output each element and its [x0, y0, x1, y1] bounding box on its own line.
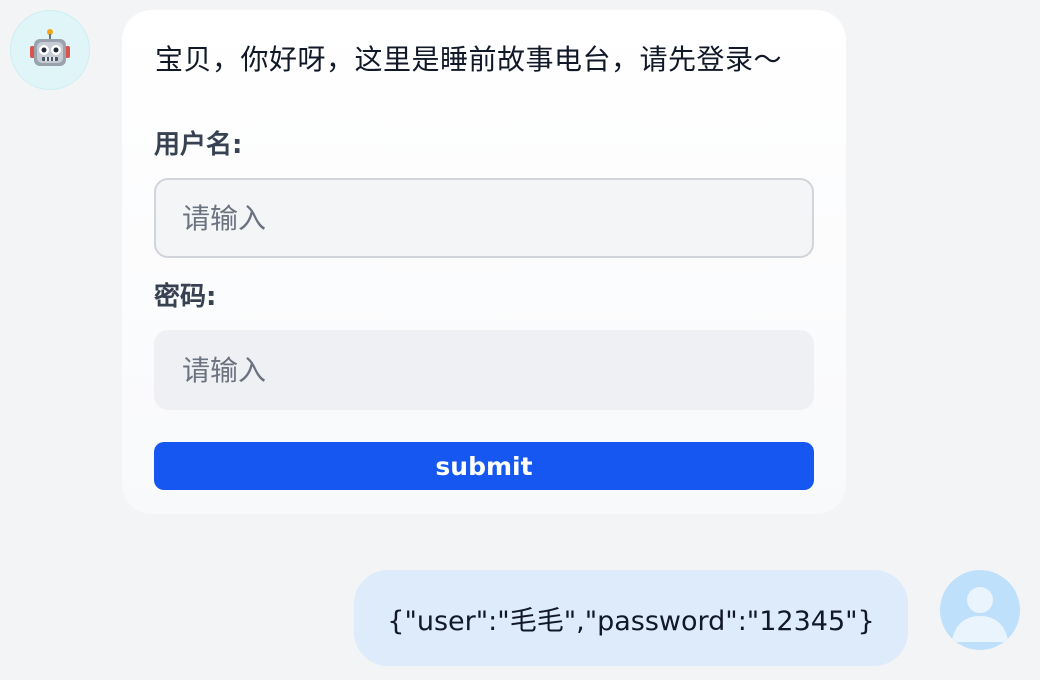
username-label: 用户名:	[154, 130, 243, 160]
user-avatar	[940, 570, 1020, 650]
greeting-text: 宝贝，你好呀，这里是睡前故事电台，请先登录～	[155, 43, 783, 76]
user-message-bubble: {"user":"毛毛","password":"12345"}	[354, 570, 908, 666]
bot-message-bubble: 宝贝，你好呀，这里是睡前故事电台，请先登录～ 用户名: 密码: submit	[122, 10, 846, 514]
password-label: 密码:	[154, 282, 217, 312]
robot-icon	[30, 29, 70, 66]
username-input[interactable]	[154, 178, 814, 258]
bot-avatar	[10, 10, 90, 90]
user-avatar-icon	[952, 587, 1008, 642]
submit-button[interactable]: submit	[154, 442, 814, 490]
user-message-text: {"user":"毛毛","password":"12345"}	[387, 605, 875, 637]
password-input[interactable]	[154, 330, 814, 410]
